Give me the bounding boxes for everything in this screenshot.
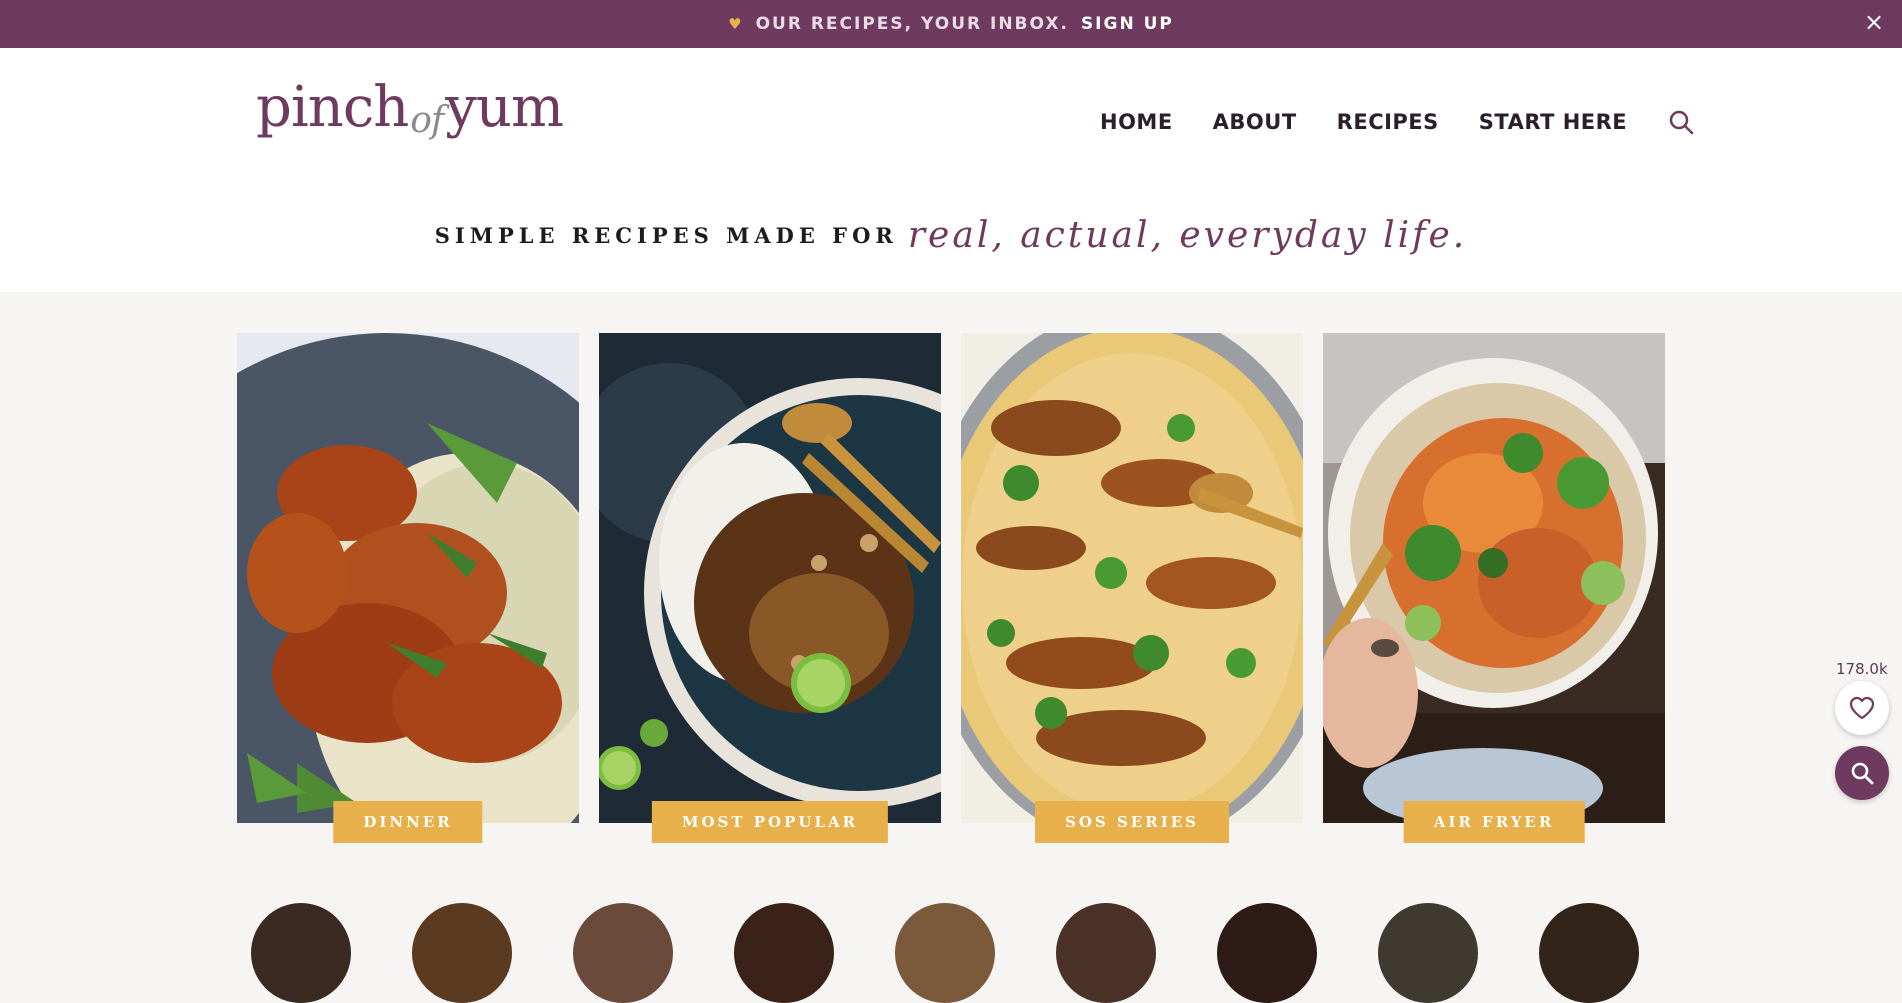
favorite-button[interactable] <box>1835 681 1889 735</box>
recipe-thumbnail[interactable] <box>1378 903 1478 1003</box>
crispy-glazed-chicken-cutlet-photo[interactable] <box>237 333 579 823</box>
category-card-most-popular[interactable]: MOST POPULAR <box>599 333 941 843</box>
recipe-thumbnail[interactable] <box>1217 903 1317 1003</box>
tagline: SIMPLE RECIPES MADE FOR real, actual, ev… <box>0 178 1902 292</box>
close-icon[interactable]: × <box>1864 10 1886 34</box>
logo-text-yum: yum <box>445 75 564 140</box>
recipe-thumbnail[interactable] <box>573 903 673 1003</box>
recipe-thumbnail[interactable] <box>895 903 995 1003</box>
site-header: pinchofyum HOME ABOUT RECIPES START HERE <box>0 48 1902 179</box>
site-logo[interactable]: pinchofyum <box>256 75 564 147</box>
heart-icon: ♥ <box>728 15 744 33</box>
recipe-thumbnail[interactable] <box>734 903 834 1003</box>
floating-search-button[interactable] <box>1835 746 1889 800</box>
nav-start-here[interactable]: START HERE <box>1479 110 1627 134</box>
promo-text: OUR RECIPES, YOUR INBOX. <box>755 14 1069 34</box>
crispy-rice-salad-bowl-photo[interactable] <box>1323 333 1665 823</box>
nav-about[interactable]: ABOUT <box>1213 110 1297 134</box>
recipe-thumbnail[interactable] <box>1539 903 1639 1003</box>
recipe-thumbnail-row <box>237 903 1665 1003</box>
category-card-dinner[interactable]: DINNER <box>237 333 579 843</box>
category-cards: DINNER MOST POPULAR SOS SERIES AIR FRYER <box>237 333 1665 843</box>
recipe-thumbnail[interactable] <box>251 903 351 1003</box>
logo-text-pinch: pinch <box>256 75 409 140</box>
logo-text-of: of <box>410 100 444 141</box>
nav-recipes[interactable]: RECIPES <box>1337 110 1439 134</box>
recipe-thumbnail[interactable] <box>412 903 512 1003</box>
signup-link[interactable]: SIGN UP <box>1081 14 1174 34</box>
category-label-air-fryer[interactable]: AIR FRYER <box>1403 801 1585 843</box>
tagline-lead: SIMPLE RECIPES MADE FOR <box>434 222 898 248</box>
search-icon <box>1851 762 1874 785</box>
creamy-chicken-skillet-photo[interactable] <box>961 333 1303 823</box>
tagline-script: real, actual, everyday life. <box>907 214 1468 256</box>
heart-outline-icon <box>1849 696 1875 720</box>
category-card-air-fryer[interactable]: AIR FRYER <box>1323 333 1665 843</box>
recipe-thumbnail[interactable] <box>1056 903 1156 1003</box>
category-label-sos-series[interactable]: SOS SERIES <box>1035 801 1229 843</box>
main-nav: HOME ABOUT RECIPES START HERE <box>1100 108 1695 136</box>
category-card-sos-series[interactable]: SOS SERIES <box>961 333 1303 843</box>
basil-chicken-rice-bowl-photo[interactable] <box>599 333 941 823</box>
promo-banner: ♥ OUR RECIPES, YOUR INBOX. SIGN UP × <box>0 0 1902 48</box>
category-label-dinner[interactable]: DINNER <box>333 801 483 843</box>
search-icon[interactable] <box>1667 108 1695 136</box>
category-label-most-popular[interactable]: MOST POPULAR <box>651 801 889 843</box>
nav-home[interactable]: HOME <box>1100 110 1173 134</box>
favorites-count: 178.0k <box>1836 660 1888 678</box>
